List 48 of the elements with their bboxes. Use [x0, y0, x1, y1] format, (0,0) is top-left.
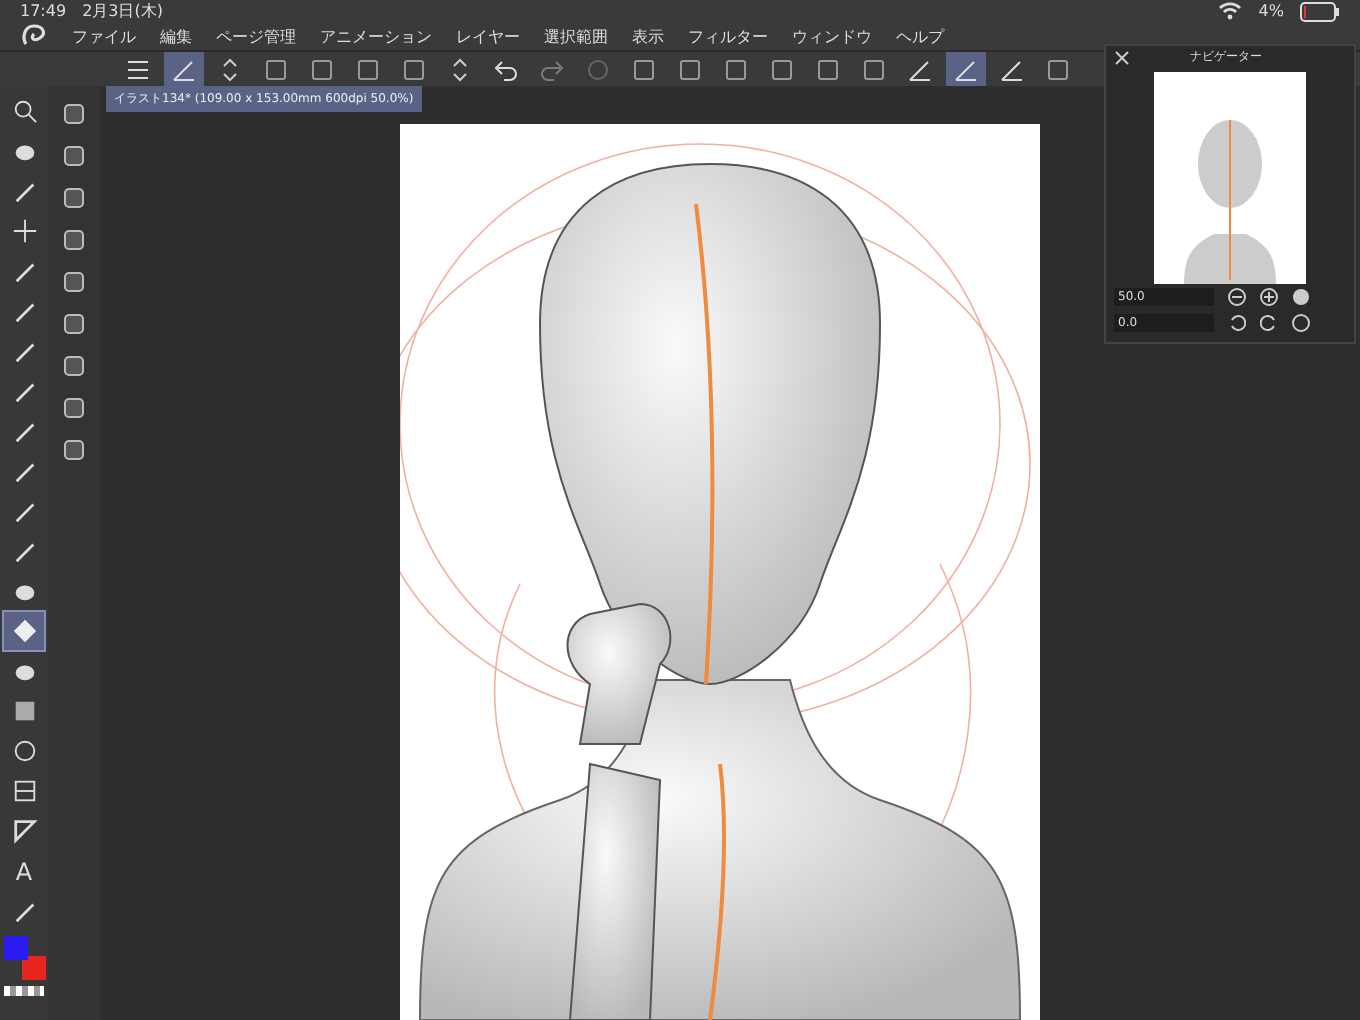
magnifier-icon — [11, 98, 37, 124]
rotate-left-icon[interactable] — [1228, 314, 1246, 332]
eraser-icon — [11, 618, 37, 644]
status-time: 17:49 — [20, 2, 67, 20]
frame-icon — [11, 778, 37, 804]
battery-percent: 4% — [1258, 2, 1284, 20]
wifi-icon — [1218, 2, 1243, 20]
sub-tool-icon[interactable] — [62, 270, 86, 294]
square-icon — [630, 55, 658, 83]
circle-icon — [584, 55, 612, 83]
menu-item[interactable]: ヘルプ — [896, 25, 944, 47]
transparent-color-swatch[interactable] — [4, 986, 44, 996]
redo-icon — [538, 55, 566, 83]
menu-item[interactable]: アニメーション — [320, 25, 432, 47]
app-logo-icon[interactable] — [20, 22, 48, 50]
menu-item[interactable]: フィルター — [688, 25, 768, 47]
menu-item[interactable]: 表示 — [632, 25, 664, 47]
zoom-in-icon[interactable] — [1260, 288, 1278, 306]
sub-color-swatch[interactable] — [22, 956, 46, 980]
sub-tool-icon[interactable] — [62, 144, 86, 168]
menu-icon — [124, 55, 152, 83]
move-arrows-icon — [11, 218, 37, 244]
sub-tool-icon[interactable] — [62, 438, 86, 462]
battery-icon — [1300, 1, 1340, 21]
menu-item[interactable]: ページ管理 — [216, 25, 296, 47]
fit-icon[interactable] — [1292, 288, 1310, 306]
menu-item[interactable]: 編集 — [160, 25, 192, 47]
text-tool-button[interactable]: A — [4, 852, 44, 890]
main-color-swatch[interactable] — [4, 936, 28, 960]
menu-item[interactable]: ウィンドウ — [792, 25, 872, 47]
sub-tool-icon[interactable] — [62, 186, 86, 210]
sub-tool-icon[interactable] — [62, 396, 86, 420]
reset-rotation-icon[interactable] — [1292, 314, 1310, 332]
undo-icon — [492, 55, 520, 83]
sub-tool-icon[interactable] — [62, 312, 86, 336]
sub-tool-icon[interactable] — [62, 228, 86, 252]
menu-item[interactable]: ファイル — [72, 25, 136, 47]
menu-item[interactable]: 選択範囲 — [544, 25, 608, 47]
square-icon — [860, 55, 888, 83]
circle-icon — [11, 738, 37, 764]
menu-item[interactable]: レイヤー — [456, 25, 520, 47]
close-icon[interactable] — [1114, 49, 1130, 65]
rotate-right-icon[interactable] — [1260, 314, 1278, 332]
tool-button[interactable] — [4, 612, 44, 650]
zoom-out-icon[interactable] — [1228, 288, 1246, 306]
status-date: 2月3日(木) — [82, 0, 163, 22]
sub-tool-icon[interactable] — [62, 102, 86, 126]
sub-tool-icon[interactable] — [62, 354, 86, 378]
